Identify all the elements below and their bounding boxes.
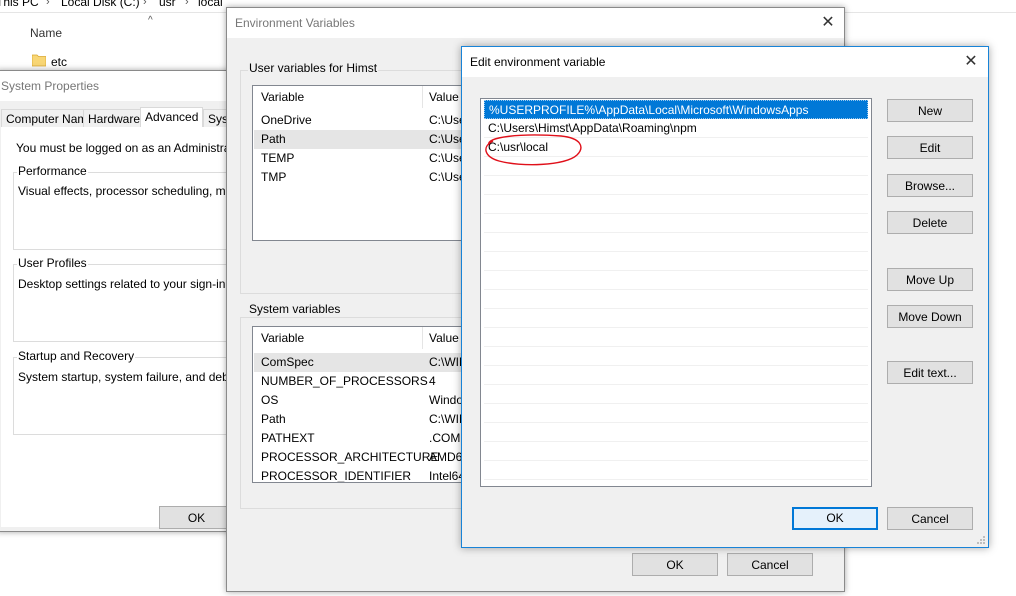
variable-value: Intel64	[429, 469, 466, 483]
sort-up-icon: ^	[148, 15, 153, 26]
path-list[interactable]: %USERPROFILE%\AppData\Local\Microsoft\Wi…	[480, 98, 872, 487]
startup-recovery-group	[13, 357, 245, 435]
edit-environment-variable-dialog: Edit environment variable ✕ %USERPROFILE…	[461, 46, 989, 548]
new-button[interactable]: New	[887, 99, 973, 122]
variable-value: .COM;	[429, 431, 464, 445]
edit-dialog-cancel-button[interactable]: Cancel	[887, 507, 973, 530]
browse-button[interactable]: Browse...	[887, 174, 973, 197]
system-variables-label: System variables	[248, 302, 342, 316]
environment-variables-title: Environment Variables	[235, 16, 355, 30]
system-properties-ok-button[interactable]: OK	[159, 506, 234, 529]
empty-path-row[interactable]	[484, 176, 868, 195]
breadcrumb-local[interactable]: local	[198, 0, 223, 9]
advanced-tab-panel: You must be logged on as an Administrato…	[1, 127, 258, 527]
empty-path-row[interactable]	[484, 366, 868, 385]
folder-item-label[interactable]: etc	[51, 55, 67, 69]
breadcrumb-usr[interactable]: usr	[159, 0, 176, 9]
empty-path-row[interactable]	[484, 328, 868, 347]
empty-path-row[interactable]	[484, 347, 868, 366]
move-down-button[interactable]: Move Down	[887, 305, 973, 328]
tab-advanced[interactable]: Advanced	[140, 107, 204, 129]
system-properties-tabs: Computer Name Hardware Advanced Sys	[1, 107, 241, 129]
startup-recovery-label: Startup and Recovery	[17, 349, 136, 363]
empty-path-row[interactable]	[484, 442, 868, 461]
variable-column-header[interactable]: Variable	[261, 90, 304, 104]
empty-path-row[interactable]	[484, 195, 868, 214]
empty-path-row[interactable]	[484, 290, 868, 309]
variable-name: OneDrive	[261, 113, 312, 127]
red-circle-annotation	[485, 134, 582, 166]
user-profiles-group	[13, 264, 245, 342]
edit-button[interactable]: Edit	[887, 136, 973, 159]
variable-name: Path	[261, 412, 286, 426]
variable-name: PROCESSOR_IDENTIFIER	[261, 469, 412, 483]
variable-value: AMD6	[429, 450, 463, 464]
value-column-header[interactable]: Value	[429, 90, 459, 104]
variable-name: NUMBER_OF_PROCESSORS	[261, 374, 428, 388]
variable-value: 4	[429, 374, 436, 388]
user-variables-label: User variables for Himst	[248, 61, 379, 75]
empty-path-row[interactable]	[484, 404, 868, 423]
performance-description: Visual effects, processor scheduling, me…	[18, 184, 254, 198]
close-icon[interactable]: ✕	[960, 51, 982, 73]
edit-text-button[interactable]: Edit text...	[887, 361, 973, 384]
user-profiles-label: User Profiles	[17, 256, 88, 270]
variable-value: Windo	[429, 393, 464, 407]
admin-notice: You must be logged on as an Administrato…	[16, 141, 258, 155]
path-entry[interactable]: %USERPROFILE%\AppData\Local\Microsoft\Wi…	[484, 100, 868, 119]
breadcrumb-separator-icon: ›	[46, 0, 50, 8]
empty-path-row[interactable]	[484, 461, 868, 480]
user-profiles-description: Desktop settings related to your sign-in	[18, 277, 226, 291]
column-divider[interactable]	[422, 327, 423, 349]
column-divider[interactable]	[422, 86, 423, 108]
empty-path-row[interactable]	[484, 271, 868, 290]
variable-name: Path	[261, 132, 286, 146]
empty-path-row[interactable]	[484, 252, 868, 271]
breadcrumb-separator-icon: ›	[143, 0, 147, 8]
breadcrumb-local-disk[interactable]: Local Disk (C:)	[61, 0, 140, 9]
environment-cancel-button[interactable]: Cancel	[727, 553, 813, 576]
move-up-button[interactable]: Move Up	[887, 268, 973, 291]
variable-name: OS	[261, 393, 279, 407]
edit-dialog-title: Edit environment variable	[470, 55, 606, 69]
system-properties-titlebar[interactable]: System Properties	[0, 71, 237, 101]
breadcrumb-separator-icon: ›	[185, 0, 189, 8]
close-icon[interactable]: ✕	[817, 12, 839, 34]
empty-path-row[interactable]	[484, 309, 868, 328]
path-entry-text: %USERPROFILE%\AppData\Local\Microsoft\Wi…	[489, 103, 809, 117]
resize-grip-icon[interactable]	[976, 535, 986, 545]
empty-path-row[interactable]	[484, 423, 868, 442]
variable-name: TEMP	[261, 151, 295, 165]
performance-label: Performance	[17, 164, 88, 178]
environment-variables-titlebar[interactable]: Environment Variables ✕	[227, 8, 844, 38]
empty-path-row[interactable]	[484, 214, 868, 233]
edit-dialog-titlebar[interactable]: Edit environment variable ✕	[462, 47, 988, 77]
tab-hardware[interactable]: Hardware	[83, 109, 146, 128]
variable-name: PATHEXT	[261, 431, 315, 445]
delete-button[interactable]: Delete	[887, 211, 973, 234]
breadcrumb-this-pc[interactable]: This PC	[0, 0, 39, 9]
variable-name: PROCESSOR_ARCHITECTURE	[261, 450, 439, 464]
system-properties-window: System Properties Computer Name Hardware…	[0, 70, 258, 532]
system-properties-title: System Properties	[1, 79, 100, 93]
variable-name: TMP	[261, 170, 287, 184]
environment-ok-button[interactable]: OK	[632, 553, 718, 576]
value-column-header[interactable]: Value	[429, 331, 459, 345]
folder-icon	[32, 54, 46, 67]
startup-recovery-description: System startup, system failure, and debu…	[18, 370, 256, 384]
edit-dialog-ok-button[interactable]: OK	[792, 507, 878, 530]
variable-column-header[interactable]: Variable	[261, 331, 304, 345]
empty-path-row[interactable]	[484, 233, 868, 252]
name-column-header[interactable]: Name	[30, 26, 62, 40]
empty-path-row[interactable]	[484, 385, 868, 404]
variable-name: ComSpec	[261, 355, 314, 369]
